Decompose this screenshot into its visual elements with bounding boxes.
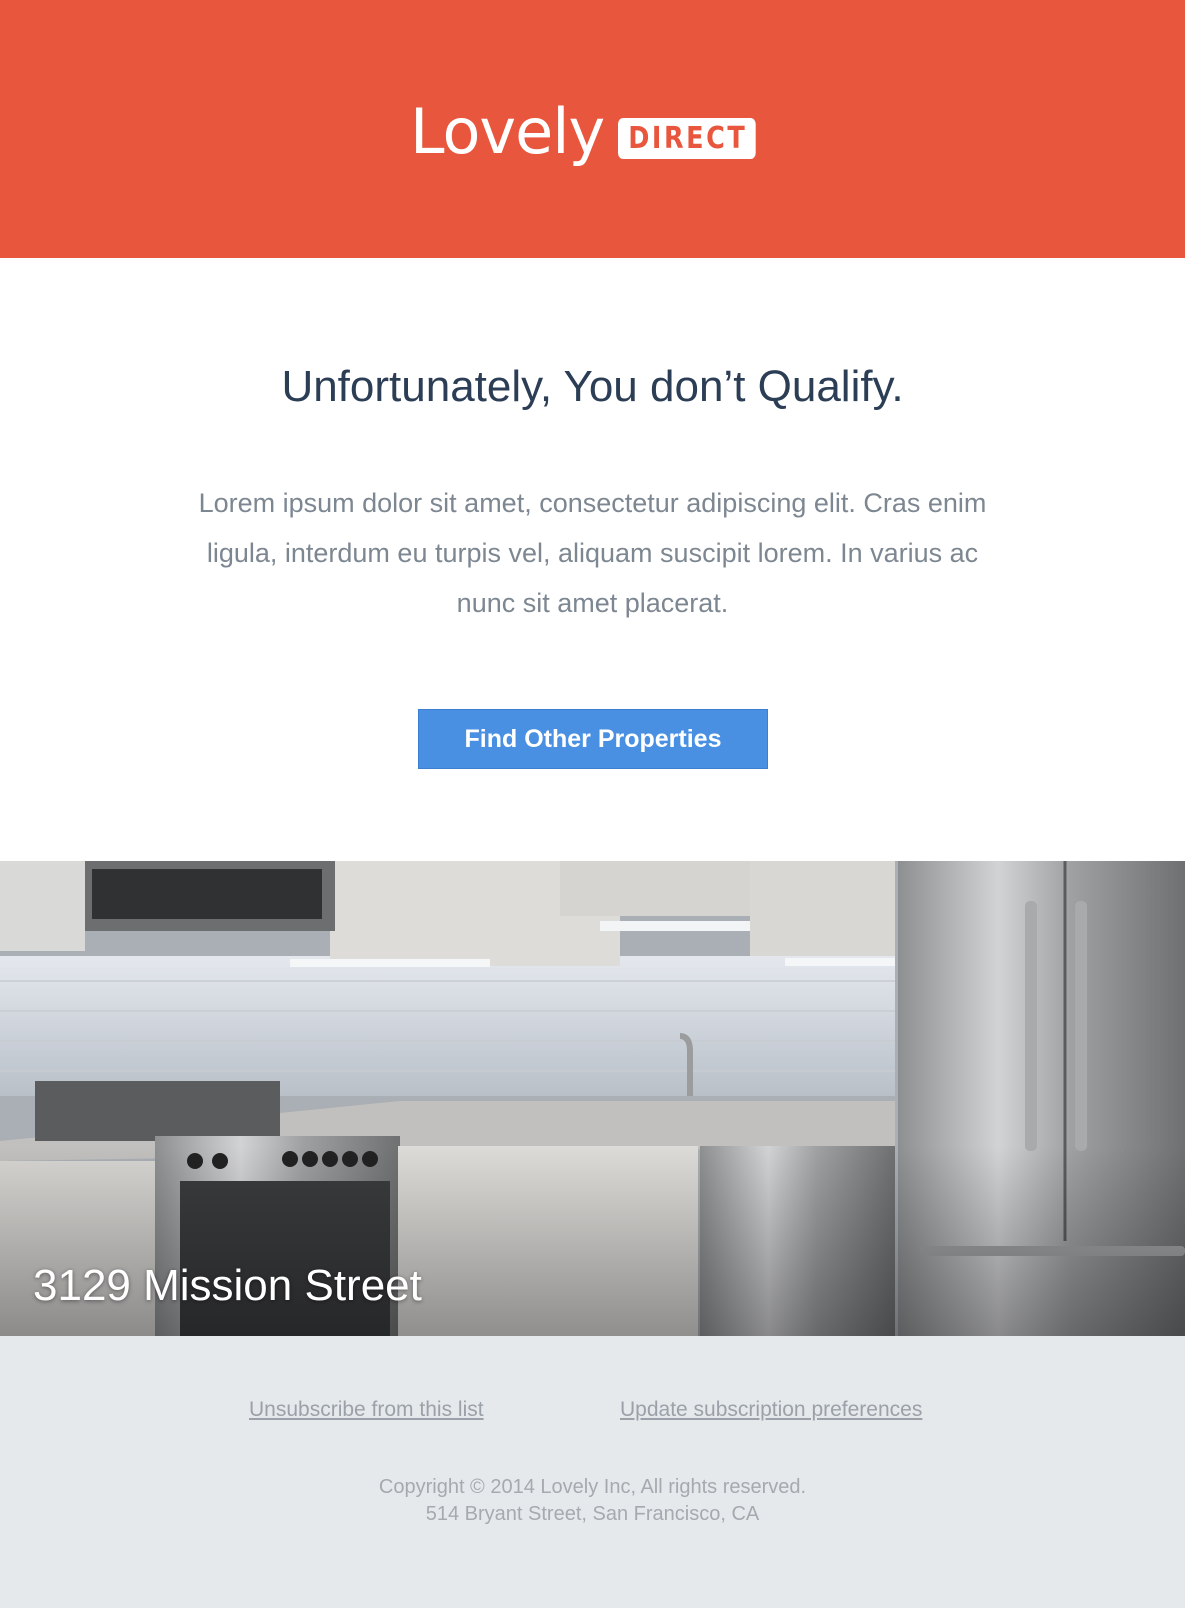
property-photo[interactable]: 3129 Mission Street — [0, 861, 1185, 1336]
unsubscribe-link[interactable]: Unsubscribe from this list — [249, 1398, 484, 1422]
email-footer: Unsubscribe from this list Update subscr… — [0, 1336, 1185, 1608]
update-preferences-link[interactable]: Update subscription preferences — [620, 1398, 922, 1422]
headline: Unfortunately, You don’t Qualify. — [281, 362, 904, 411]
property-address: 3129 Mission Street — [33, 1261, 422, 1310]
body-text: Lorem ipsum dolor sit amet, consectetur … — [198, 488, 987, 618]
email-header: Lovely DIRECT — [0, 0, 1185, 258]
logo-badge: DIRECT — [618, 117, 756, 159]
lovely-direct-logo[interactable]: Lovely DIRECT — [410, 88, 780, 188]
footer-copyright-block: Copyright © 2014 Lovely Inc, All rights … — [0, 1474, 1185, 1528]
company-address: 514 Bryant Street, San Francisco, CA — [425, 1503, 760, 1525]
copyright-text: Copyright © 2014 Lovely Inc, All rights … — [378, 1476, 807, 1498]
logo-wordmark: Lovely — [410, 95, 605, 168]
find-other-properties-button[interactable]: Find Other Properties — [418, 709, 768, 769]
